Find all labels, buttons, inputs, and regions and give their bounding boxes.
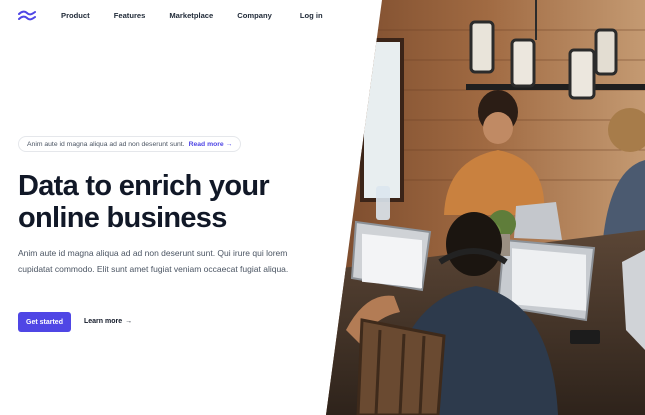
nav-item-product[interactable]: Product: [61, 11, 90, 20]
nav-links: Product Features Marketplace Company Log…: [61, 11, 347, 20]
learn-more-link[interactable]: Learn more →: [84, 318, 132, 325]
arrow-right-icon: →: [125, 318, 133, 325]
read-more-label: Read more: [188, 140, 224, 148]
nav-item-marketplace[interactable]: Marketplace: [169, 11, 213, 20]
title-line-1: Data to enrich your: [18, 170, 270, 202]
title-line-2: online business: [18, 202, 227, 234]
learn-more-label: Learn more: [84, 318, 123, 325]
login-link[interactable]: Log in: [300, 11, 323, 20]
nav-item-features[interactable]: Features: [114, 11, 146, 20]
announcement-pill: Anim aute id magna aliqua ad ad non dese…: [18, 136, 242, 152]
announcement-text: Anim aute id magna aliqua ad ad non dese…: [27, 140, 185, 148]
top-navigation: Product Features Marketplace Company Log…: [0, 0, 380, 34]
hero-photo: [326, 0, 645, 415]
page-title: Data to enrich your online business: [18, 170, 348, 234]
arrow-right-icon: →: [225, 140, 233, 148]
nav-item-company[interactable]: Company: [237, 11, 272, 20]
hero-description: Anim aute id magna aliqua ad ad non dese…: [18, 248, 289, 274]
get-started-button[interactable]: Get started: [18, 312, 71, 332]
wave-logo-icon[interactable]: [18, 10, 36, 22]
read-more-link[interactable]: Read more →: [189, 141, 233, 148]
